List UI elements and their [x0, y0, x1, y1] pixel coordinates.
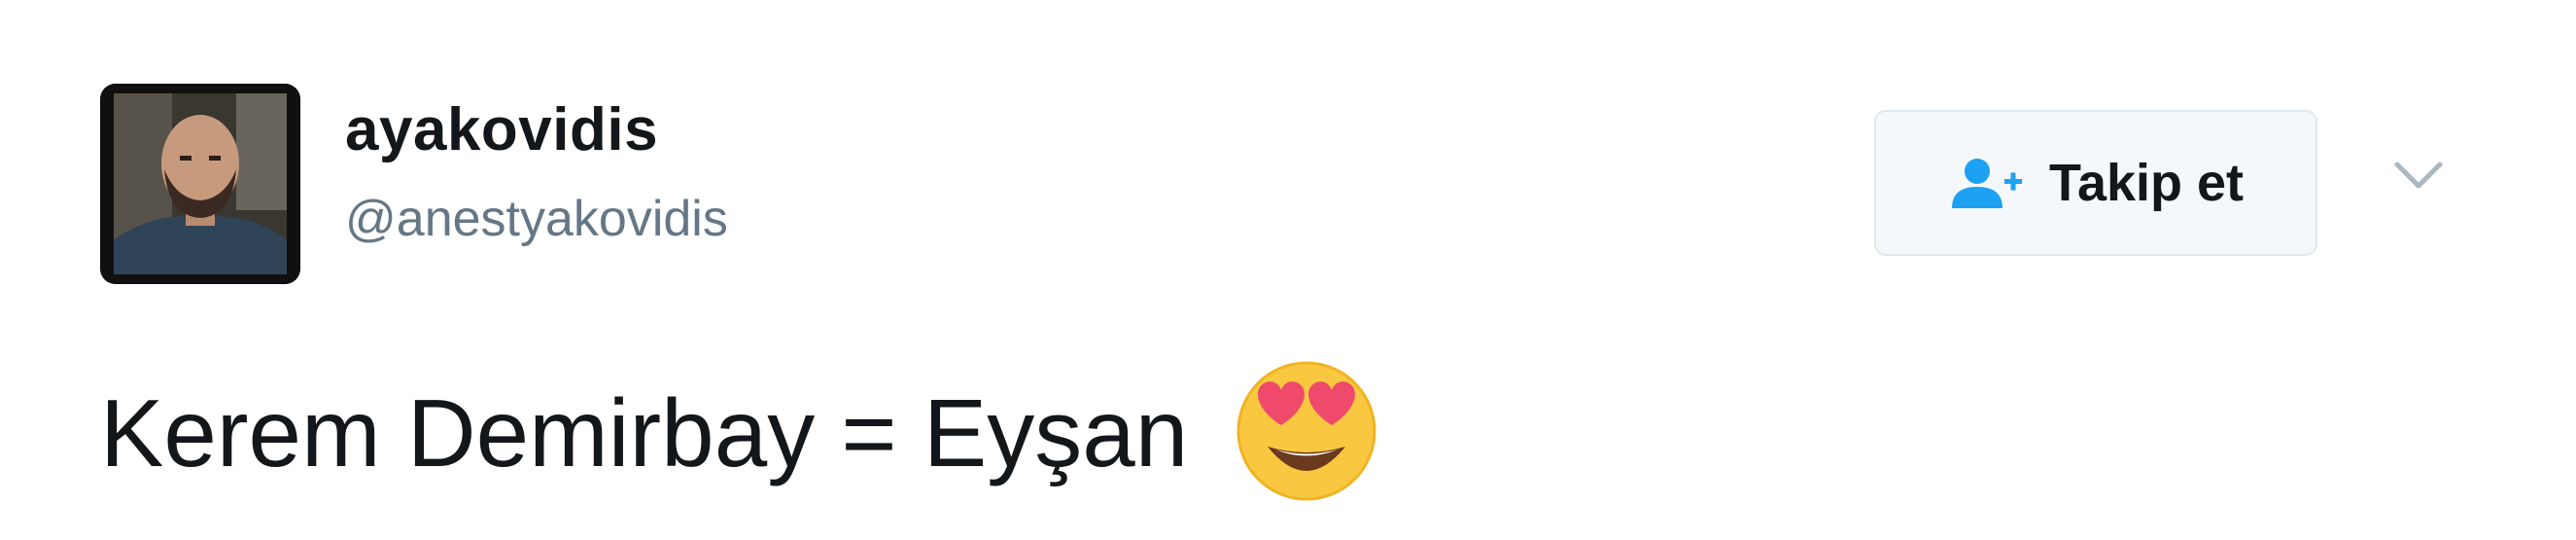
avatar[interactable] [100, 84, 300, 284]
heart-eyes-emoji-icon [1236, 361, 1376, 501]
add-user-icon [1951, 159, 2022, 208]
tweet-body: Kerem Demirbay = Eyşan [100, 361, 1380, 501]
screen-name[interactable]: @anestyakovidis [345, 190, 728, 248]
tweet-text: Kerem Demirbay = Eyşan [100, 379, 1189, 486]
follow-button[interactable]: Takip et [1874, 110, 2317, 256]
chevron-down-icon[interactable] [2393, 159, 2444, 194]
profile-photo [100, 84, 300, 284]
display-name[interactable]: ayakovidis [345, 95, 658, 164]
follow-label: Takip et [2048, 154, 2245, 212]
